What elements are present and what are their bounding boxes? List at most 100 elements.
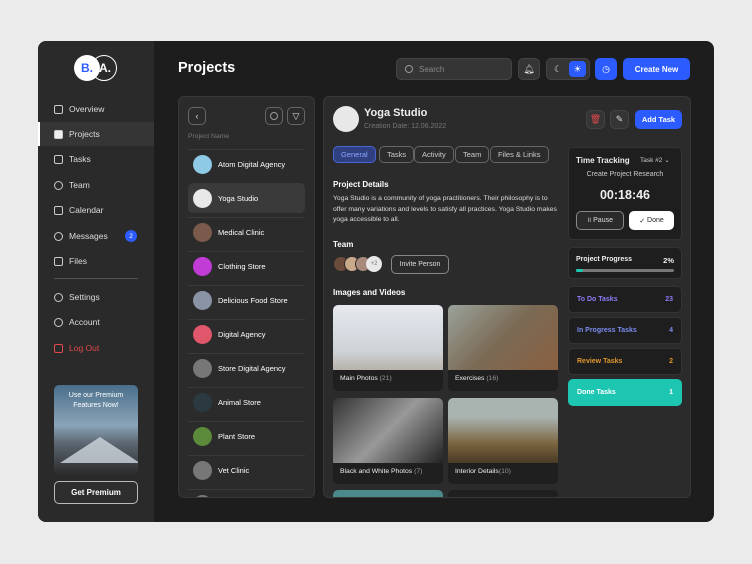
team-heading: Team xyxy=(333,240,354,249)
media-label: Exercises xyxy=(455,375,485,382)
media-card[interactable] xyxy=(333,490,443,497)
tab-team[interactable]: Team xyxy=(455,146,490,163)
sidebar-item-account[interactable]: Account xyxy=(38,310,154,334)
media-count: (16) xyxy=(486,375,499,382)
task-select[interactable]: Task #2 ⌄ xyxy=(640,156,670,164)
sun-icon[interactable]: ☀ xyxy=(569,61,586,77)
project-name: Store Digital Agency xyxy=(218,364,286,373)
project-list-item[interactable]: Digital Agency xyxy=(188,319,305,349)
project-list-item[interactable]: Plant Store xyxy=(188,421,305,451)
tab-activity[interactable]: Activity xyxy=(414,146,454,163)
project-list-item[interactable]: Store Digital Agency xyxy=(188,353,305,383)
sidebar-item-calendar[interactable]: Calendar xyxy=(38,198,154,222)
tab-files-links[interactable]: Files & Links xyxy=(490,146,549,163)
stat-label: To Do Tasks xyxy=(577,296,618,303)
stat-review-tasks[interactable]: Review Tasks 2 xyxy=(568,348,682,375)
project-list-item[interactable]: Delicious Food Store xyxy=(188,285,305,315)
project-avatar xyxy=(193,427,212,446)
get-premium-button[interactable]: Get Premium xyxy=(54,481,138,504)
sidebar-item-logout[interactable]: Log Out xyxy=(38,336,154,360)
task-name: Create Project Research xyxy=(586,171,664,178)
project-name: Clothing Store xyxy=(218,262,266,271)
message-icon xyxy=(54,231,63,241)
check-icon: ✓ xyxy=(639,217,648,225)
stat-in-progress-tasks[interactable]: In Progress Tasks 4 xyxy=(568,317,682,344)
done-label: Done xyxy=(647,217,664,224)
team-more-count[interactable]: +2 xyxy=(366,256,382,272)
media-label: Interior Details xyxy=(455,468,499,475)
project-list-item[interactable]: Medical Clinic xyxy=(188,217,305,247)
sidebar-item-files[interactable]: Files xyxy=(38,249,154,273)
task-select-value: Task #2 xyxy=(640,157,663,164)
sidebar-item-projects[interactable]: Projects xyxy=(38,122,154,146)
filter-icon: ▽ xyxy=(292,110,300,121)
tab-tasks[interactable]: Tasks xyxy=(379,146,415,163)
sidebar-item-settings[interactable]: Settings xyxy=(38,285,154,309)
media-card-bw-photos[interactable]: Black and White Photos (7) xyxy=(333,398,443,484)
clock-icon: ◷ xyxy=(602,63,610,74)
invite-person-button[interactable]: Invite Person xyxy=(391,255,449,274)
project-name: Plant Store xyxy=(218,432,256,441)
sidebar-item-tasks[interactable]: Tasks xyxy=(38,147,154,171)
project-list-item[interactable]: Yoga Studio xyxy=(188,183,305,213)
done-button[interactable]: ✓ Done xyxy=(629,211,674,230)
project-list-item[interactable]: Clothing Store xyxy=(188,251,305,281)
project-list-item[interactable]: Animal Store xyxy=(188,387,305,417)
sidebar-item-team[interactable]: Team xyxy=(38,173,154,197)
media-card-interior[interactable]: Interior Details(10) xyxy=(448,398,558,484)
add-task-button[interactable]: Add Task xyxy=(635,110,682,129)
project-avatar xyxy=(193,359,212,378)
theme-toggle[interactable]: ☾ ☀ xyxy=(546,58,590,80)
stat-value: 1 xyxy=(669,389,673,396)
project-avatar xyxy=(193,257,212,276)
media-card-main-photos[interactable]: Main Photos (21) xyxy=(333,305,443,391)
stat-to-do-tasks[interactable]: To Do Tasks 23 xyxy=(568,286,682,313)
project-avatar xyxy=(193,495,212,497)
media-thumbnail xyxy=(333,305,443,370)
project-list-item[interactable] xyxy=(188,489,305,497)
media-count: (7) xyxy=(414,468,423,475)
grid-icon xyxy=(54,104,63,114)
clock-button[interactable]: ◷ xyxy=(595,58,617,80)
edit-button[interactable]: ✎ xyxy=(610,110,629,129)
back-button[interactable]: ‹ xyxy=(188,107,206,125)
project-list-item[interactable]: Vet Clinic xyxy=(188,455,305,485)
label: Messages xyxy=(69,231,108,241)
project-name: Atom Digital Agency xyxy=(218,160,286,169)
logo: B. A. xyxy=(74,55,134,83)
filter-button[interactable]: ▽ xyxy=(287,107,305,125)
create-new-button[interactable]: Create New xyxy=(623,58,690,80)
progress-fill xyxy=(576,269,583,272)
project-avatar xyxy=(193,325,212,344)
search-button[interactable] xyxy=(265,107,283,125)
sidebar: B. A. Overview Projects Tasks Team Calend… xyxy=(38,41,154,522)
stat-label: Done Tasks xyxy=(577,389,616,396)
sidebar-item-messages[interactable]: Messages 2 xyxy=(38,224,154,248)
media-thumbnail xyxy=(333,398,443,463)
delete-button[interactable]: 🗑︎ xyxy=(586,110,605,129)
search-icon xyxy=(405,65,413,73)
team-icon xyxy=(54,180,63,190)
tab-general[interactable]: General xyxy=(333,146,376,163)
images-videos-heading: Images and Videos xyxy=(333,288,406,297)
stat-done-tasks[interactable]: Done Tasks 1 xyxy=(568,379,682,406)
notification-button[interactable]: 🔔︎ xyxy=(518,58,540,80)
media-card-exercises[interactable]: Exercises (16) xyxy=(448,305,558,391)
time-tracking-title: Time Tracking xyxy=(576,156,630,165)
search-input[interactable]: Search xyxy=(396,58,512,80)
logo-b: B. xyxy=(74,55,100,81)
user-icon xyxy=(54,317,63,327)
project-detail-panel: Yoga Studio Creation Date: 12.06.2022 🗑︎… xyxy=(323,96,691,498)
media-card[interactable] xyxy=(448,490,558,497)
project-avatar xyxy=(193,393,212,412)
project-list-panel: ‹ ▽ Project Name Atom Digital Agency Yoga… xyxy=(178,96,315,498)
project-avatar xyxy=(333,106,359,132)
app-window: B. A. Overview Projects Tasks Team Calend… xyxy=(38,41,714,522)
project-list-item[interactable]: Atom Digital Agency xyxy=(188,149,305,179)
logout-icon xyxy=(54,343,63,353)
sidebar-item-overview[interactable]: Overview xyxy=(38,97,154,121)
pause-button[interactable]: ॥ Pause xyxy=(576,211,624,230)
moon-icon[interactable]: ☾ xyxy=(550,64,562,75)
label: Settings xyxy=(69,292,100,302)
messages-badge: 2 xyxy=(125,230,137,242)
